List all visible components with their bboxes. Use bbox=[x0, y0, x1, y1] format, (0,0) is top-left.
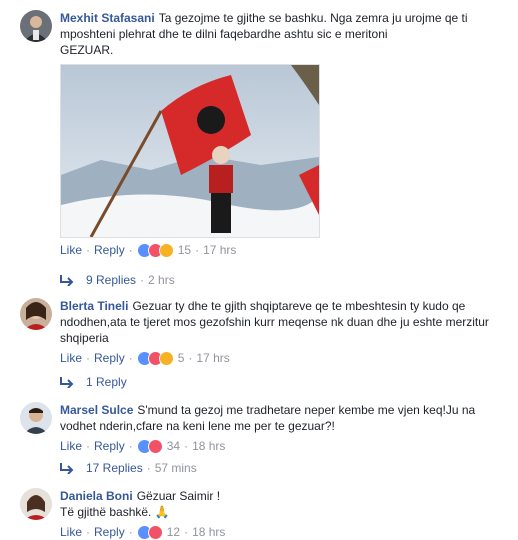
timestamp[interactable]: 18 hrs bbox=[192, 439, 225, 453]
timestamp[interactable]: 18 hrs bbox=[192, 525, 225, 539]
reaction-count: 12 bbox=[166, 525, 181, 539]
reactions[interactable] bbox=[136, 350, 174, 366]
replies-count[interactable]: 1 Reply bbox=[86, 375, 127, 389]
comment-actions: Like · Reply · 5 · 17 hrs bbox=[60, 350, 230, 366]
timestamp[interactable]: 17 hrs bbox=[203, 243, 236, 257]
replies-time: 57 mins bbox=[154, 461, 197, 475]
avatar[interactable] bbox=[20, 298, 52, 330]
reaction-count: 5 bbox=[177, 351, 185, 365]
reply-link[interactable]: Reply bbox=[94, 351, 125, 365]
comment-actions: Like · Reply · 34 · 18 hrs bbox=[60, 438, 226, 454]
like-link[interactable]: Like bbox=[60, 439, 82, 453]
comment-4: Daniela Boni Gëzuar Saimir ! Të gjithë ba… bbox=[20, 488, 514, 540]
love-reaction-icon bbox=[147, 524, 163, 540]
reply-link[interactable]: Reply bbox=[94, 243, 125, 257]
like-link[interactable]: Like bbox=[60, 243, 82, 257]
haha-reaction-icon bbox=[158, 242, 174, 258]
replies-count[interactable]: 9 Replies bbox=[86, 273, 136, 287]
comment-body: Blerta Tineli Gezuar ty dhe te gjith shqi… bbox=[60, 298, 514, 346]
replies-toggle[interactable]: 1 Reply bbox=[60, 374, 127, 390]
comment-body: Daniela Boni Gëzuar Saimir ! Të gjithë ba… bbox=[60, 488, 514, 520]
reply-arrow-icon bbox=[60, 377, 74, 388]
wow-reaction-icon bbox=[158, 350, 174, 366]
avatar[interactable] bbox=[20, 10, 52, 42]
reply-arrow-icon bbox=[60, 463, 74, 474]
comment-body: Marsel Sulce S'mund ta gezoj me tradhetar… bbox=[60, 402, 514, 434]
comment-body: Mexhit Stafasani Ta gezojme te gjithe se … bbox=[60, 10, 514, 58]
avatar[interactable] bbox=[20, 488, 52, 520]
reactions[interactable] bbox=[136, 438, 163, 454]
comment-actions: Like · Reply · 15 · 17 hrs bbox=[60, 242, 237, 258]
comment-1: Mexhit Stafasani Ta gezojme te gjithe se … bbox=[20, 10, 514, 258]
comment-author[interactable]: Daniela Boni bbox=[60, 489, 133, 503]
replies-count[interactable]: 17 Replies bbox=[86, 461, 143, 475]
reaction-count: 34 bbox=[166, 439, 181, 453]
like-link[interactable]: Like bbox=[60, 351, 82, 365]
comment-3: Marsel Sulce S'mund ta gezoj me tradhetar… bbox=[20, 402, 514, 454]
comment-author[interactable]: Marsel Sulce bbox=[60, 403, 133, 417]
comment-2: Blerta Tineli Gezuar ty dhe te gjith shqi… bbox=[20, 298, 514, 366]
timestamp[interactable]: 17 hrs bbox=[196, 351, 229, 365]
avatar[interactable] bbox=[20, 402, 52, 434]
reply-arrow-icon bbox=[60, 275, 74, 286]
replies-time: 2 hrs bbox=[148, 273, 175, 287]
love-reaction-icon bbox=[147, 438, 163, 454]
reactions[interactable] bbox=[136, 524, 163, 540]
comment-actions: Like · Reply · 12 · 18 hrs bbox=[60, 524, 226, 540]
comment-author[interactable]: Mexhit Stafasani bbox=[60, 11, 155, 25]
reaction-count: 15 bbox=[177, 243, 192, 257]
reply-link[interactable]: Reply bbox=[94, 439, 125, 453]
replies-toggle[interactable]: 9 Replies · 2 hrs bbox=[60, 272, 175, 288]
comment-author[interactable]: Blerta Tineli bbox=[60, 299, 128, 313]
like-link[interactable]: Like bbox=[60, 525, 82, 539]
reply-link[interactable]: Reply bbox=[94, 525, 125, 539]
comment-photo[interactable] bbox=[60, 64, 320, 238]
replies-toggle[interactable]: 17 Replies · 57 mins bbox=[60, 460, 197, 476]
reactions[interactable] bbox=[136, 242, 174, 258]
